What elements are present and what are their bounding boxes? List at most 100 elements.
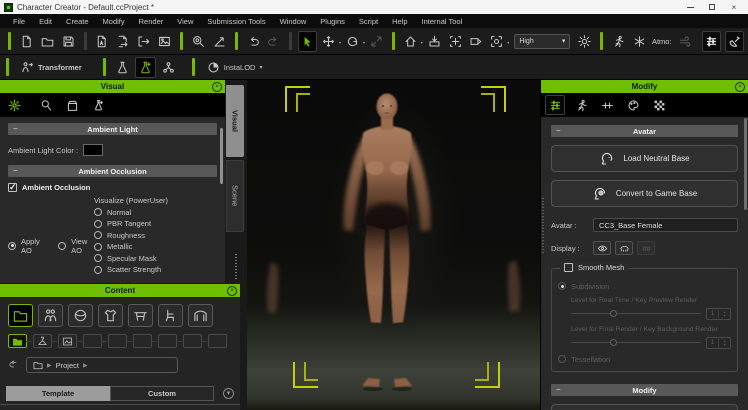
category-animation-button[interactable] [158,304,183,327]
modify-panel-header[interactable]: Modify × [541,80,748,93]
lamp-tab[interactable] [36,95,56,115]
visualize-option-metallic[interactable]: Metallic [94,242,219,251]
subcategory-empty-slot[interactable] [158,334,177,348]
pbr-tangent-radio[interactable] [94,220,102,228]
bake-tool-button[interactable] [112,57,133,78]
move-tool-button[interactable] [319,31,338,52]
minimize-button[interactable] [680,1,700,13]
camera-frame-button[interactable] [487,31,506,52]
subcategory-project-button[interactable] [8,334,27,348]
undo-button[interactable] [244,31,263,52]
subcategory-empty-slot[interactable] [133,334,152,348]
constraint-tab[interactable] [597,95,617,115]
smooth-mesh-checkbox[interactable] [564,263,573,272]
visual-settings-tab[interactable] [4,95,24,115]
home-dropdown-icon[interactable]: • [421,41,423,47]
modify-section-header[interactable]: −Modify [551,384,738,396]
instalod-caret-icon[interactable]: ▾ [259,64,262,71]
select-tool-button[interactable] [298,31,317,52]
view-ao-radio[interactable] [58,242,66,250]
subcategory-empty-slot[interactable] [83,334,102,348]
spinner-arrows-icon[interactable]: ▴▾ [718,310,730,318]
import-avatar-button[interactable] [93,31,112,52]
subcategory-empty-slot[interactable] [208,334,227,348]
content-panel-close-icon[interactable]: × [227,286,237,296]
focus-center-button[interactable] [446,31,465,52]
scatter-strength-radio[interactable] [94,266,102,274]
render-image-button[interactable] [155,31,174,52]
lod-network-button[interactable] [158,57,179,78]
render-quality-select[interactable]: High▾ [514,34,570,49]
back-arrow-icon[interactable] [8,359,20,371]
home-camera-button[interactable] [401,31,420,52]
export-file-button[interactable] [113,31,132,52]
appearance-tab[interactable] [623,95,643,115]
menu-window[interactable]: Window [273,17,314,26]
subdivision-option[interactable]: Subdivision [558,282,731,291]
calibration-button[interactable] [210,31,229,52]
apply-ao-option[interactable]: Apply AO [8,237,46,255]
save-project-button[interactable] [59,31,78,52]
final-level-slider[interactable] [571,342,701,343]
send-to-button[interactable] [134,31,153,52]
panel-drag-handle[interactable] [235,254,237,280]
atmosphere-button[interactable] [630,31,649,52]
visualize-option-normal[interactable]: Normal [94,208,219,217]
final-slider-thumb[interactable] [610,339,617,346]
display-teeth-button[interactable] [637,241,655,255]
camera-dropdown-icon[interactable]: • [507,41,509,47]
visualize-option-specular-mask[interactable]: Specular Mask [94,254,219,263]
expand-chevron-icon[interactable]: ▾ [223,388,234,399]
visual-settings-button[interactable] [702,31,721,52]
rotate-dropdown-icon[interactable]: • [363,41,365,47]
zoom-to-avatar-button[interactable] [189,31,208,52]
import-content-button[interactable] [425,31,444,52]
menu-file[interactable]: File [6,17,32,26]
apply-ao-radio[interactable] [8,242,16,250]
modify-panel-close-icon[interactable]: × [735,82,745,92]
attribute-tab[interactable] [545,95,565,115]
menu-plugins[interactable]: Plugins [313,17,352,26]
new-project-button[interactable] [17,31,36,52]
subcategory-empty-slot[interactable] [183,334,202,348]
tessellation-option[interactable]: Tessellation [558,355,731,364]
menu-view[interactable]: View [170,17,200,26]
category-cloth-button[interactable] [98,304,123,327]
tab-custom[interactable]: Custom [110,386,214,401]
move-dropdown-icon[interactable]: • [339,41,341,47]
subcategory-avatar-button[interactable] [33,334,52,348]
visual-panel-header[interactable]: Visual × [0,80,225,93]
visualize-option-pbr-tangent[interactable]: PBR Tangent [94,219,219,228]
tessellation-radio[interactable] [558,355,566,363]
container-tab[interactable] [62,95,82,115]
final-level-spinbox[interactable]: 1▴▾ [706,337,731,349]
menu-script[interactable]: Script [352,17,385,26]
modify-drag-handle[interactable] [542,198,544,254]
tab-scene[interactable]: Scene [226,160,244,232]
specular-mask-radio[interactable] [94,254,102,262]
breadcrumb-folder-label[interactable]: Project [56,361,79,370]
breadcrumb[interactable]: ▶ Project ▶ [26,357,178,373]
menu-render[interactable]: Render [132,17,171,26]
avatar-section-header[interactable]: −Avatar [551,125,738,137]
ambient-occlusion-checkbox[interactable] [8,183,17,192]
visual-panel-close-icon[interactable]: × [212,82,222,92]
category-stage-button[interactable] [188,304,213,327]
collapse-icon[interactable]: − [556,384,561,395]
menu-help[interactable]: Help [385,17,414,26]
display-eye-button[interactable] [593,241,611,255]
visualize-option-roughness[interactable]: Roughness [94,231,219,240]
tab-template[interactable]: Template [6,386,110,401]
effect-tab[interactable] [88,95,108,115]
category-accessory-button[interactable] [128,304,153,327]
wind-button[interactable] [677,31,696,52]
maximize-button[interactable] [702,1,722,13]
subcategory-empty-slot[interactable] [108,334,127,348]
realtime-slider-thumb[interactable] [610,310,617,317]
visual-scrollbar[interactable] [220,128,223,184]
roughness-radio[interactable] [94,231,102,239]
motion-preview-button[interactable] [609,31,628,52]
motion-tab[interactable] [571,95,591,115]
transformer-button[interactable]: Transformer [15,57,88,78]
texture-tab[interactable] [649,95,669,115]
